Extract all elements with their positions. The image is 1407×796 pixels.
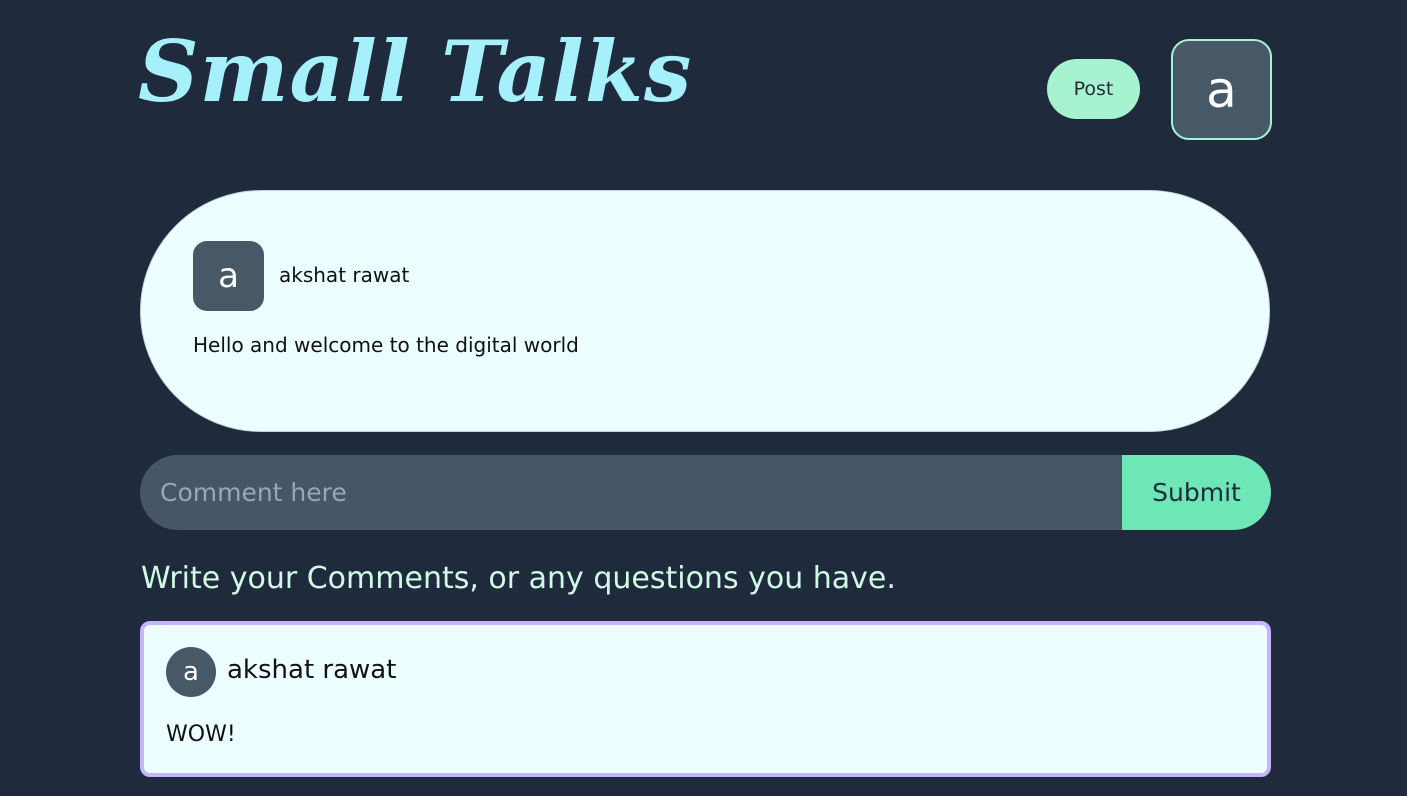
post-button[interactable]: Post xyxy=(1047,59,1140,119)
page: Small Talks Post a a akshat rawat Hello … xyxy=(0,0,1407,796)
app-logo[interactable]: Small Talks xyxy=(138,22,692,122)
post-card: a akshat rawat Hello and welcome to the … xyxy=(140,190,1270,432)
comment-card: a akshat rawat WOW! xyxy=(140,621,1271,777)
comments-heading: Write your Comments, or any questions yo… xyxy=(141,561,896,596)
post-author-name: akshat rawat xyxy=(279,263,410,287)
comment-author-avatar: a xyxy=(166,647,216,697)
post-author-avatar: a xyxy=(193,241,264,311)
user-avatar[interactable]: a xyxy=(1171,39,1272,140)
comment-input[interactable] xyxy=(140,455,1122,530)
post-text: Hello and welcome to the digital world xyxy=(193,333,579,357)
comment-text: WOW! xyxy=(166,722,236,747)
comment-form: Submit xyxy=(140,455,1271,530)
submit-button[interactable]: Submit xyxy=(1122,455,1271,530)
comment-author-name: akshat rawat xyxy=(227,655,397,685)
